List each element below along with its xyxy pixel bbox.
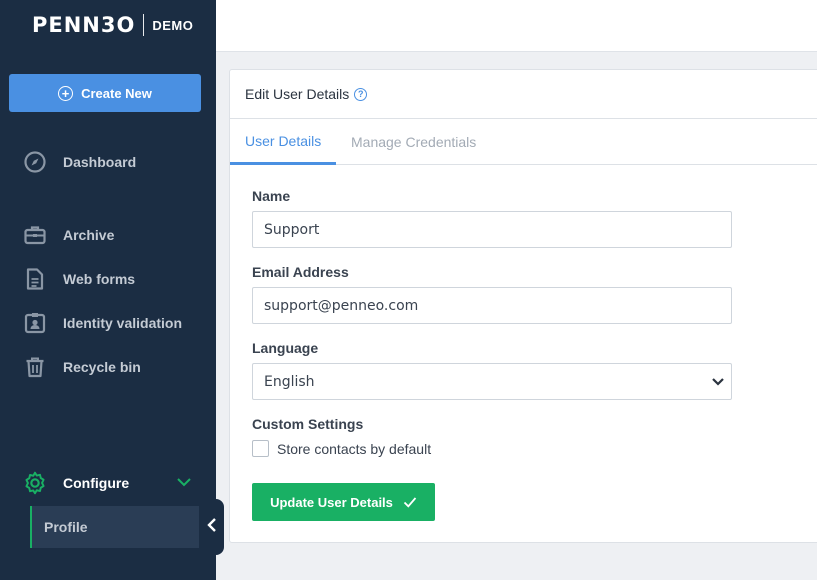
top-bar: [216, 0, 817, 52]
logo-divider: [143, 14, 145, 36]
sidebar-subitem-profile[interactable]: Profile: [30, 506, 199, 548]
store-contacts-option[interactable]: Store contacts by default: [252, 440, 431, 457]
sidebar-item-label: Archive: [63, 227, 115, 243]
tab-bar: User Details Manage Credentials: [230, 119, 817, 165]
sidebar-item-label: Recycle bin: [63, 359, 141, 375]
tab-label: Manage Credentials: [351, 134, 477, 150]
logo[interactable]: PENN3O DEMO: [32, 12, 193, 38]
name-value: Support: [264, 221, 320, 238]
sidebar-item-configure[interactable]: Configure: [22, 470, 192, 496]
sidebar-item-recycle-bin[interactable]: Recycle bin: [22, 354, 141, 380]
language-select[interactable]: English: [252, 363, 732, 400]
email-value: support@penneo.com: [264, 297, 419, 314]
email-field[interactable]: support@penneo.com: [252, 287, 732, 324]
compass-icon: [22, 150, 48, 174]
id-badge-icon: [22, 311, 48, 335]
card-header: Edit User Details ?: [230, 70, 817, 119]
edit-user-card: Edit User Details ? User Details Manage …: [229, 69, 817, 543]
plus-circle-icon: +: [58, 85, 74, 101]
chevron-left-icon: [206, 517, 217, 537]
checkmark-icon: [403, 496, 417, 508]
env-badge: DEMO: [152, 17, 194, 33]
store-contacts-checkbox[interactable]: [252, 440, 269, 457]
card-title: Edit User Details: [245, 86, 350, 102]
sidebar-item-archive[interactable]: Archive: [22, 222, 114, 248]
document-icon: [22, 267, 48, 291]
configure-label: Configure: [63, 475, 130, 491]
sidebar-item-web-forms[interactable]: Web forms: [22, 266, 135, 292]
help-icon[interactable]: ?: [354, 87, 368, 101]
gear-icon: [22, 471, 48, 495]
chevron-down-icon: [176, 474, 192, 493]
language-value: English: [264, 373, 315, 390]
sidebar: PENN3O DEMO + Create New Dashboard Archi…: [0, 0, 216, 580]
submit-label: Update User Details: [270, 494, 393, 510]
sidebar-item-label: Web forms: [63, 271, 136, 287]
sidebar-item-label: Identity validation: [63, 315, 183, 331]
store-contacts-label: Store contacts by default: [277, 440, 432, 457]
logo-text: PENN3O: [32, 13, 136, 37]
custom-settings-label: Custom Settings: [252, 416, 364, 432]
create-new-button[interactable]: + Create New: [9, 74, 201, 112]
name-label: Name: [252, 188, 291, 204]
tab-label: User Details: [245, 132, 322, 149]
chevron-down-icon: [711, 376, 725, 392]
update-user-details-button[interactable]: Update User Details: [252, 483, 435, 521]
sidebar-item-identity-validation[interactable]: Identity validation: [22, 310, 182, 336]
sidebar-subitem-label: Profile: [44, 519, 88, 535]
email-label: Email Address: [252, 264, 349, 280]
name-field[interactable]: Support: [252, 211, 732, 248]
tab-user-details[interactable]: User Details: [230, 119, 337, 165]
tab-manage-credentials[interactable]: Manage Credentials: [351, 119, 476, 165]
sidebar-item-label: Dashboard: [63, 154, 137, 170]
sidebar-item-dashboard[interactable]: Dashboard: [22, 149, 136, 175]
briefcase-icon: [22, 223, 48, 247]
collapse-sidebar-button[interactable]: [199, 499, 224, 555]
create-new-label: Create New: [81, 85, 152, 101]
language-label: Language: [252, 340, 319, 356]
trash-icon: [22, 355, 48, 379]
